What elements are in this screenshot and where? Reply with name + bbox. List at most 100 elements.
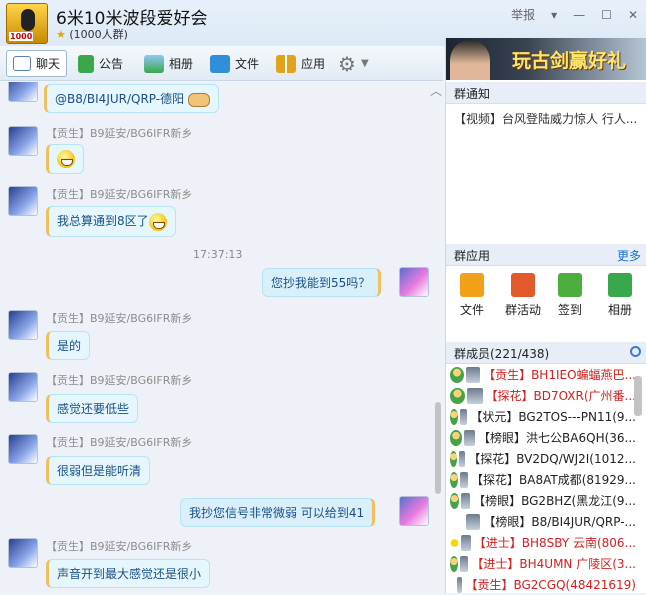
ad-text: 玩古剑赢好礼 (512, 50, 627, 72)
member-row[interactable]: 【进士】 BH8SBY 云南(806... (446, 532, 636, 553)
chat-scrollbar[interactable] (433, 82, 443, 593)
member-name: BA8AT成都(81929... (519, 473, 636, 487)
member-row[interactable]: 【进士】 BH4UMN 广陵区(3... (446, 553, 636, 574)
member-row[interactable]: 【榜眼】 BG2BHZ(黑龙江(9... (446, 490, 636, 511)
toolbar: 聊天 公告 相册 文件 应用 ⚙ ▼ (0, 46, 443, 81)
app-label: 文件 (459, 303, 484, 317)
message-bubble[interactable]: @B8/BI4JUR/QRP-德阳 (44, 84, 219, 113)
message-sender[interactable]: 【贡生】B9延安/BG6IFR新乡 (46, 434, 192, 450)
tab-album[interactable]: 相册 (144, 50, 193, 77)
message-sender[interactable]: 【贡生】B9延安/BG6IFR新乡 (46, 186, 192, 202)
close-button[interactable]: ✕ (628, 8, 638, 22)
member-role-icon (450, 366, 465, 383)
avatar[interactable] (8, 310, 38, 340)
app-label: 相册 (607, 303, 632, 317)
message-text: 您抄我能到55吗？ (271, 276, 371, 290)
member-rank: 【榜眼】 (478, 431, 527, 445)
chat-history[interactable]: @B8/BI4JUR/QRP-德阳 【贡生】B9延安/BG6IFR新乡 【贡生】… (0, 82, 443, 593)
apps-title: 群应用 (454, 249, 491, 263)
member-rank: 【榜眼】 (483, 515, 532, 529)
scrollbar-thumb[interactable] (435, 402, 441, 494)
member-rank: 【探花】 (471, 473, 520, 487)
message-sender[interactable]: 【贡生】B9延安/BG6IFR新乡 (46, 538, 192, 554)
tab-files[interactable]: 文件 (210, 50, 259, 77)
member-role-icon (450, 577, 455, 593)
tab-apps[interactable]: 应用 (276, 50, 325, 77)
tab-notice[interactable]: 公告 (78, 50, 123, 77)
handshake-emoji-icon (187, 92, 210, 107)
group-logo[interactable]: 1000 (6, 3, 48, 44)
member-row[interactable]: 【探花】 BD7OXR(广州番... (446, 385, 636, 406)
member-row[interactable]: 【贡生】 BG2CGQ(48421619) (446, 574, 636, 595)
folder-icon (210, 54, 230, 73)
dropdown-icon[interactable]: ▾ (551, 8, 557, 22)
avatar[interactable] (8, 126, 38, 156)
app-album[interactable]: 相册 (600, 273, 640, 318)
avatar[interactable] (8, 538, 38, 568)
notice-header: 群通知 (446, 82, 646, 104)
message-sender[interactable]: 【贡生】B9延安/BG6IFR新乡 (46, 310, 192, 326)
logo-badge: 1000 (9, 32, 34, 41)
app-label: 群活动 (504, 303, 541, 317)
member-avatar (463, 429, 476, 446)
app-checkin[interactable]: 签到 (550, 273, 590, 318)
window-controls: 举报 ▾ — ☐ ✕ (511, 6, 638, 23)
member-scrollbar-thumb[interactable] (634, 376, 642, 416)
member-avatar (466, 513, 481, 530)
member-row[interactable]: 【状元】 BG2TOS---PN11(9... (446, 406, 636, 427)
message-bubble[interactable]: 是的 (46, 331, 91, 360)
member-avatar (466, 366, 481, 383)
message-bubble[interactable]: 感觉还要低些 (46, 394, 139, 423)
member-name: B8/BI4JUR/QRP-... (531, 514, 636, 529)
ad-banner[interactable]: 玩古剑赢好礼 (446, 38, 646, 80)
member-row[interactable]: 【探花】 BV2DQ/WJ2I(1012... (446, 448, 636, 469)
report-button[interactable]: 举报 (511, 6, 535, 23)
apps-more-link[interactable]: 更多 (617, 247, 641, 264)
avatar[interactable] (8, 186, 38, 216)
member-role-icon (450, 471, 458, 488)
member-name: BD7OXR(广州番... (533, 389, 636, 403)
settings-menu[interactable]: ⚙ ▼ (338, 50, 369, 77)
message-bubble[interactable]: 我抄您信号非常微弱 可以给到41 (180, 498, 376, 527)
member-role-icon (450, 492, 460, 509)
star-icon (450, 534, 460, 551)
member-rank: 【状元】 (470, 410, 519, 424)
member-row[interactable]: 【榜眼】 洪七公BA6QH(36... (446, 427, 636, 448)
avatar[interactable] (399, 267, 429, 297)
member-avatar (459, 408, 468, 425)
members-title: 群成员(221/438) (454, 347, 550, 361)
maximize-button[interactable]: ☐ (601, 8, 612, 22)
member-avatar (460, 555, 469, 572)
member-row[interactable]: 【榜眼】 B8/BI4JUR/QRP-... (446, 511, 636, 532)
notice-text[interactable]: 【视频】台风登陆威力惊人 行人... (454, 110, 637, 127)
avatar[interactable] (8, 82, 38, 102)
member-name: BV2DQ/WJ2I(1012... (516, 451, 636, 466)
tab-album-label: 相册 (169, 57, 194, 71)
member-row[interactable]: 【探花】 BA8AT成都(81929... (446, 469, 636, 490)
message-bubble[interactable]: 我总算通到8区了 (46, 206, 176, 237)
message-bubble[interactable]: 声音开到最大感觉还是很小 (46, 559, 211, 588)
minimize-button[interactable]: — (573, 8, 585, 22)
search-icon[interactable] (630, 346, 641, 357)
message-bubble[interactable]: 很弱但是能听清 (46, 456, 151, 485)
avatar[interactable] (8, 372, 38, 402)
app-activity[interactable]: 群活动 (500, 273, 546, 318)
activity-icon (511, 273, 535, 297)
tab-chat[interactable]: 聊天 (6, 50, 68, 77)
message-sender[interactable]: 【贡生】B9延安/BG6IFR新乡 (46, 372, 192, 388)
avatar[interactable] (399, 496, 429, 526)
members-header: 群成员(221/438) (446, 342, 646, 364)
message-text: 我总算通到8区了 (57, 214, 149, 228)
avatar[interactable] (8, 434, 38, 464)
message-bubble[interactable] (46, 144, 84, 174)
app-files[interactable]: 文件 (452, 273, 492, 318)
message-text: 是的 (57, 339, 82, 353)
member-rank: 【进士】 (471, 557, 520, 571)
member-row[interactable]: 【贡生】 BH1IEO蝙蝠燕巴... (446, 364, 636, 385)
message-sender[interactable]: 【贡生】B9延安/BG6IFR新乡 (46, 125, 192, 141)
message-text: 感觉还要低些 (57, 402, 130, 416)
member-role-icon (450, 387, 466, 404)
group-member-count: (1000人群) (69, 28, 128, 41)
message-bubble[interactable]: 您抄我能到55吗？ (262, 268, 382, 297)
message-timestamp: 17:37:13 (193, 248, 243, 261)
